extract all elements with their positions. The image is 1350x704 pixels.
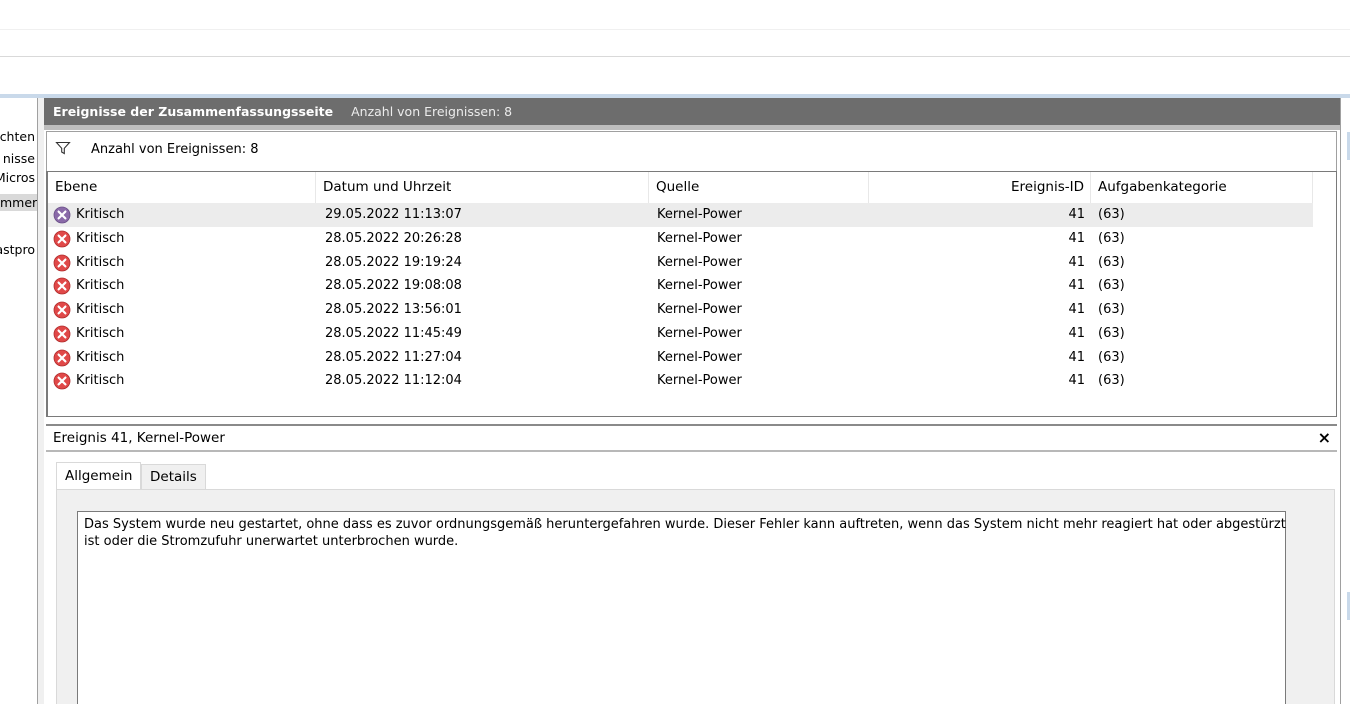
tab-general[interactable]: Allgemein	[56, 462, 142, 489]
cell-datetime: 28.05.2022 11:12:04	[325, 373, 462, 389]
cell-event-id: 41	[1068, 373, 1085, 389]
cell-event-id: 41	[1068, 230, 1085, 246]
cell-source: Kernel-Power	[657, 325, 742, 341]
cell-event-id: 41	[1068, 254, 1085, 270]
cell-task-category: (63)	[1098, 254, 1125, 270]
funnel-icon[interactable]	[55, 140, 71, 156]
column-header-task-category[interactable]: Aufgabenkategorie	[1091, 172, 1313, 203]
table-row[interactable]: Kritisch 28.05.2022 19:08:08 Kernel-Power 4…	[48, 274, 1313, 298]
table-row[interactable]: Kritisch 28.05.2022 11:12:04 Kernel-Power 4…	[48, 369, 1313, 393]
error-x-circle-icon	[53, 372, 71, 390]
cell-datetime: 28.05.2022 11:45:49	[325, 325, 462, 341]
error-x-circle-icon	[53, 277, 71, 295]
tree-item-load-profile[interactable]: astpro	[0, 241, 35, 258]
cell-source: Kernel-Power	[657, 254, 742, 270]
error-x-circle-icon	[53, 230, 71, 248]
description-line: ist oder die Stromzufuhr unerwartet unte…	[84, 534, 459, 549]
table-row[interactable]: Kritisch 28.05.2022 11:27:04 Kernel-Power 4…	[48, 346, 1313, 370]
error-x-circle-icon	[53, 254, 71, 271]
toolbar	[0, 30, 1350, 57]
events-table: Ebene Datum und Uhrzeit Quelle Ereignis-…	[46, 171, 1337, 417]
panel-event-count: Anzahl von Ereignissen: 8	[351, 104, 513, 119]
cell-level: Kritisch	[76, 302, 125, 317]
table-row[interactable]: Kritisch 28.05.2022 20:26:28 Kernel-Power 4…	[48, 227, 1313, 251]
cell-level: Kritisch	[76, 207, 125, 222]
cell-source: Kernel-Power	[657, 302, 742, 317]
cell-event-id: 41	[1068, 302, 1085, 317]
tab-details[interactable]: Details	[141, 464, 206, 489]
cell-event-id: 41	[1068, 278, 1085, 294]
cell-datetime: 28.05.2022 13:56:01	[325, 302, 462, 317]
cell-task-category: (63)	[1098, 325, 1125, 341]
actions-pane-edge	[1340, 98, 1350, 704]
cell-datetime: 29.05.2022 11:13:07	[325, 207, 462, 222]
panel-title: Ereignisse der Zusammenfassungsseite	[53, 104, 334, 119]
cell-source: Kernel-Power	[657, 230, 742, 246]
event-detail-title: Ereignis 41, Kernel-Power	[53, 430, 225, 446]
table-row[interactable]: Kritisch 28.05.2022 11:45:49 Kernel-Power 4…	[48, 322, 1313, 346]
cell-datetime: 28.05.2022 20:26:28	[325, 230, 462, 246]
cell-level: Kritisch	[76, 325, 125, 341]
cell-task-category: (63)	[1098, 302, 1125, 317]
tree-item-microsoft[interactable]: Micros	[0, 169, 35, 186]
table-row[interactable]: Kritisch 28.05.2022 13:56:01 Kernel-Power 4…	[48, 298, 1313, 322]
cell-event-id: 41	[1068, 349, 1085, 365]
cell-level: Kritisch	[76, 373, 125, 389]
cell-source: Kernel-Power	[657, 373, 742, 389]
cell-event-id: 41	[1068, 207, 1085, 222]
error-x-circle-icon	[53, 301, 71, 319]
event-description[interactable]: Das System wurde neu gestartet, ohne das…	[77, 511, 1286, 704]
column-header-level[interactable]: Ebene	[48, 172, 316, 203]
cell-datetime: 28.05.2022 19:19:24	[325, 254, 462, 270]
tree-item-summary[interactable]: mmer	[0, 194, 37, 211]
tree-item-logs[interactable]: chten	[0, 128, 35, 145]
cell-source: Kernel-Power	[657, 349, 742, 365]
cell-level: Kritisch	[76, 230, 125, 246]
filter-bar: Anzahl von Ereignissen: 8	[46, 131, 1337, 171]
column-header-event-id[interactable]: Ereignis-ID	[869, 172, 1091, 203]
cell-source: Kernel-Power	[657, 278, 742, 294]
table-row[interactable]: Kritisch 29.05.2022 11:13:07 Kernel-Power 4…	[48, 203, 1313, 227]
tab-panel-general: Das System wurde neu gestartet, ohne das…	[56, 489, 1335, 704]
panel-header: Ereignisse der Zusammenfassungsseite Anz…	[44, 98, 1340, 125]
error-x-circle-icon	[53, 325, 71, 343]
error-x-circle-icon	[53, 206, 71, 224]
toolbar-strip	[0, 58, 1350, 94]
event-detail-header: Ereignis 41, Kernel-Power ×	[46, 424, 1337, 452]
description-line: Das System wurde neu gestartet, ohne das…	[84, 517, 1286, 532]
cell-task-category: (63)	[1098, 373, 1125, 389]
console-tree: chten nisse Micros mmer astpro	[0, 98, 38, 704]
cell-task-category: (63)	[1098, 207, 1125, 222]
cell-datetime: 28.05.2022 19:08:08	[325, 278, 462, 294]
menu-bar	[0, 0, 1350, 30]
column-header-datetime[interactable]: Datum und Uhrzeit	[316, 172, 649, 203]
column-header-source[interactable]: Quelle	[649, 172, 869, 203]
cell-level: Kritisch	[76, 278, 125, 294]
cell-task-category: (63)	[1098, 278, 1125, 294]
close-icon[interactable]: ×	[1318, 428, 1331, 447]
cell-datetime: 28.05.2022 11:27:04	[325, 349, 462, 365]
filter-event-count: Anzahl von Ereignissen: 8	[91, 142, 259, 157]
cell-task-category: (63)	[1098, 349, 1125, 365]
cell-source: Kernel-Power	[657, 207, 742, 222]
header-separator	[44, 125, 1340, 130]
summary-events-panel: Ereignisse der Zusammenfassungsseite Anz…	[44, 98, 1340, 704]
event-detail-body: Allgemein Details Das System wurde neu g…	[46, 452, 1337, 704]
cell-level: Kritisch	[76, 349, 125, 365]
cell-level: Kritisch	[76, 254, 125, 270]
error-x-circle-icon	[53, 349, 71, 366]
cell-task-category: (63)	[1098, 230, 1125, 246]
tree-item-events[interactable]: nisse	[3, 150, 35, 167]
cell-event-id: 41	[1068, 325, 1085, 341]
table-row[interactable]: Kritisch 28.05.2022 19:19:24 Kernel-Power 4…	[48, 251, 1313, 275]
